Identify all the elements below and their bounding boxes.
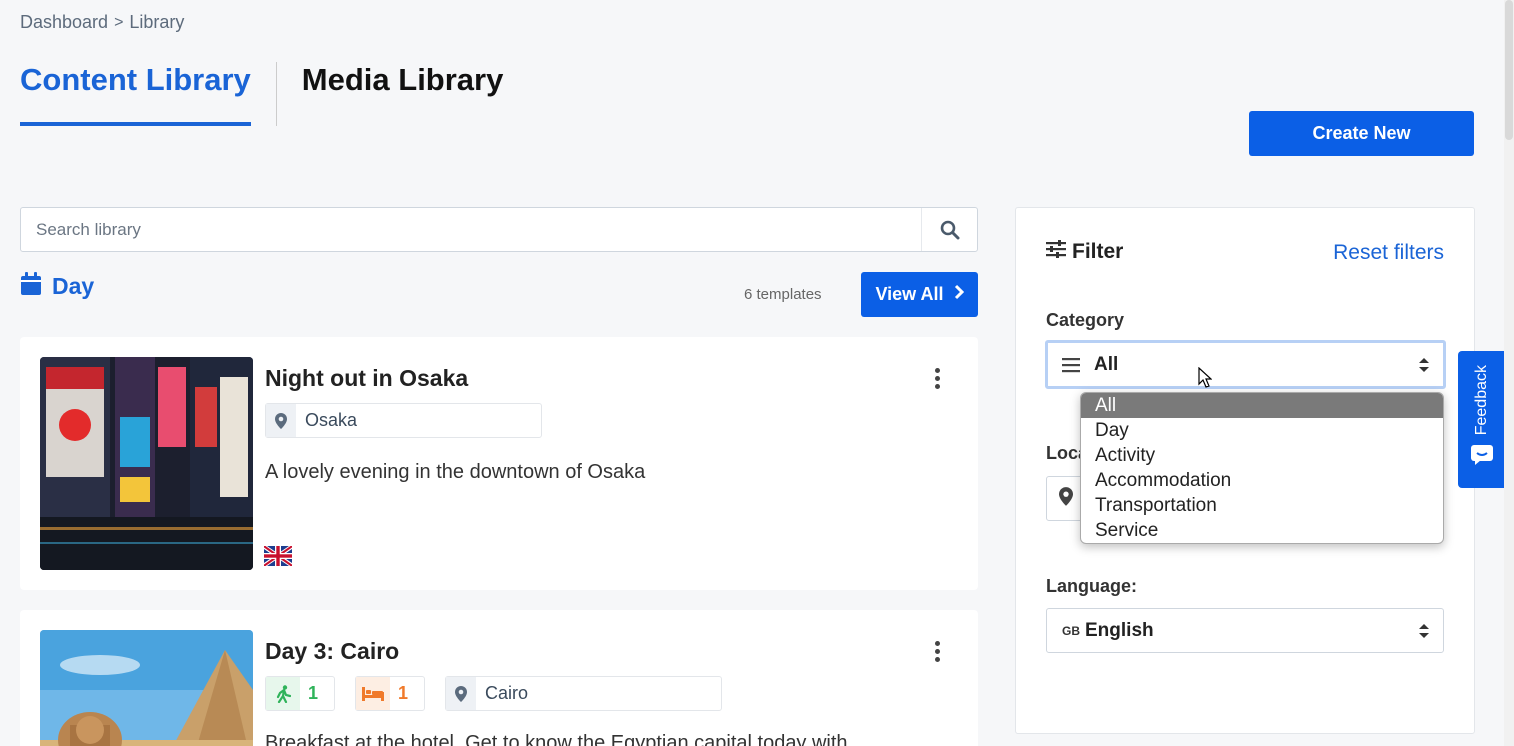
uk-flag-icon <box>264 546 292 566</box>
feedback-label: Feedback <box>1472 365 1490 436</box>
category-label: Category <box>1046 310 1125 330</box>
tab-divider <box>275 62 277 126</box>
template-card[interactable]: Day 3: Cairo 1 1 Cairo Breakfast at the … <box>20 610 978 746</box>
section-title: Day <box>52 273 95 299</box>
page-scrollbar[interactable] <box>1504 0 1514 746</box>
location-text: Cairo <box>485 683 529 703</box>
category-option-accommodation[interactable]: Accommodation <box>1081 468 1443 493</box>
running-person-icon <box>266 677 300 710</box>
tab-media-library[interactable]: Media Library <box>302 62 504 126</box>
search-icon[interactable] <box>921 208 977 251</box>
location-chip: Cairo <box>445 676 722 711</box>
mouse-cursor-icon <box>1198 366 1213 394</box>
category-option-day[interactable]: Day <box>1081 418 1443 443</box>
calendar-icon <box>20 272 42 301</box>
breadcrumb-separator: > <box>114 13 124 31</box>
category-select[interactable]: All <box>1045 340 1446 389</box>
location-chip: Osaka <box>265 403 542 438</box>
language-value: English <box>1085 619 1154 641</box>
select-arrows-icon <box>1419 357 1429 372</box>
card-description: A lovely evening in the downtown of Osak… <box>265 461 646 483</box>
category-value: All <box>1094 353 1119 375</box>
language-flag-code: GB <box>1062 623 1080 638</box>
category-option-activity[interactable]: Activity <box>1081 443 1443 468</box>
chevron-right-icon <box>954 284 964 305</box>
chat-icon <box>1470 445 1493 470</box>
view-all-label: View All <box>875 284 944 304</box>
language-label: Language: <box>1046 576 1138 596</box>
category-option-all[interactable]: All <box>1081 393 1443 418</box>
card-title[interactable]: Night out in Osaka <box>265 365 468 392</box>
filter-heading: Filter <box>1046 240 1123 264</box>
search-input[interactable] <box>21 219 921 240</box>
feedback-tab[interactable]: Feedback <box>1458 351 1505 488</box>
tab-content-library[interactable]: Content Library <box>20 62 251 126</box>
create-new-button[interactable]: Create New <box>1249 111 1474 156</box>
accommodation-count: 1 <box>398 683 409 703</box>
map-pin-icon <box>446 677 476 710</box>
scrollbar-thumb[interactable] <box>1505 0 1513 140</box>
templates-count: 6 templates <box>744 286 822 303</box>
breadcrumb-library: Library <box>129 12 185 32</box>
card-thumbnail <box>40 357 253 570</box>
language-select[interactable]: GB English <box>1046 608 1444 653</box>
breadcrumb: Dashboard > Library <box>20 12 184 33</box>
accommodation-count-chip: 1 <box>355 676 425 711</box>
map-pin-icon <box>1059 486 1073 511</box>
category-dropdown: All Day Activity Accommodation Transport… <box>1080 392 1444 544</box>
card-title[interactable]: Day 3: Cairo <box>265 638 399 665</box>
card-description: Breakfast at the hotel. Get to know the … <box>265 732 848 746</box>
reset-filters-link[interactable]: Reset filters <box>1333 241 1444 265</box>
select-arrows-icon <box>1419 623 1429 638</box>
sliders-icon <box>1046 240 1066 264</box>
filter-title: Filter <box>1072 240 1124 263</box>
location-text: Osaka <box>305 410 358 430</box>
activity-count: 1 <box>308 683 319 703</box>
list-icon <box>1062 357 1080 373</box>
activity-count-chip: 1 <box>265 676 335 711</box>
map-pin-icon <box>266 404 296 437</box>
library-tabs: Content Library Media Library <box>20 62 503 126</box>
more-options-icon[interactable] <box>932 641 942 662</box>
view-all-button[interactable]: View All <box>861 272 978 317</box>
template-card[interactable]: Night out in Osaka Osaka A lovely evenin… <box>20 337 978 590</box>
section-heading: Day <box>20 272 94 301</box>
more-options-icon[interactable] <box>932 368 942 389</box>
card-thumbnail <box>40 630 253 746</box>
bed-icon <box>356 677 390 710</box>
breadcrumb-dashboard[interactable]: Dashboard <box>20 12 108 33</box>
category-option-service[interactable]: Service <box>1081 518 1443 543</box>
category-option-transportation[interactable]: Transportation <box>1081 493 1443 518</box>
search-bar <box>20 207 978 252</box>
